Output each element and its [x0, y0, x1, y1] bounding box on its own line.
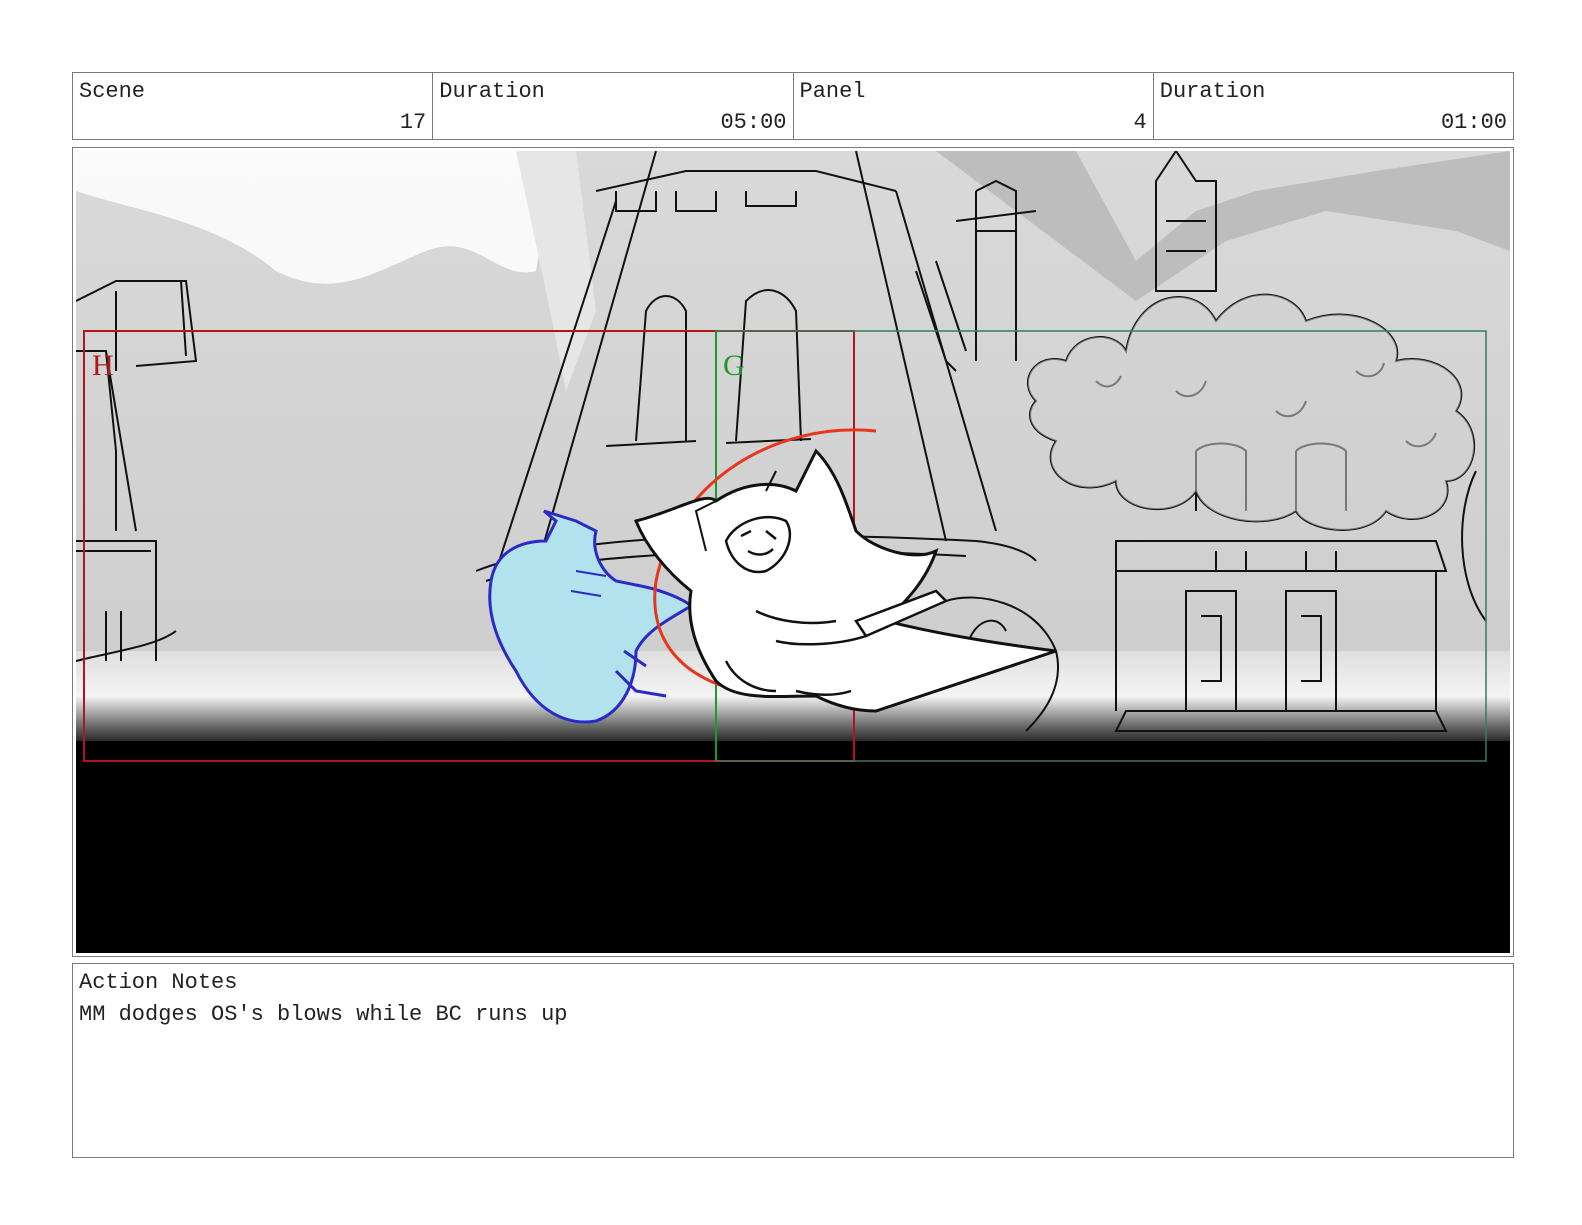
storyboard-drawing: H G: [76, 151, 1510, 953]
action-notes-label: Action Notes: [79, 970, 238, 995]
panel-header: Scene 17 Duration 05:00 Panel 4 Duration…: [72, 72, 1514, 140]
panel-duration-label: Duration: [1159, 79, 1266, 104]
panel-duration-value: 01:00: [1440, 110, 1507, 135]
storyboard-frame: H G: [72, 147, 1514, 957]
frame-marker-g: G: [723, 349, 745, 382]
panel-label: Panel: [799, 79, 866, 104]
scene-label: Scene: [79, 79, 146, 104]
letterbox: [76, 741, 1510, 953]
action-notes-text: MM dodges OS's blows while BC runs up: [79, 1002, 568, 1027]
panel-value: 4: [1133, 110, 1147, 135]
panel-cell: Panel 4: [794, 73, 1154, 139]
action-notes-box: Action Notes MM dodges OS's blows while …: [72, 963, 1514, 1158]
frame-marker-h: H: [92, 349, 114, 382]
scene-duration-value: 05:00: [720, 110, 787, 135]
panel-duration-cell: Duration 01:00: [1154, 73, 1513, 139]
scene-cell: Scene 17: [73, 73, 434, 139]
scene-duration-label: Duration: [439, 79, 545, 104]
scene-value: 17: [399, 110, 427, 135]
scene-duration-cell: Duration 05:00: [433, 73, 794, 139]
